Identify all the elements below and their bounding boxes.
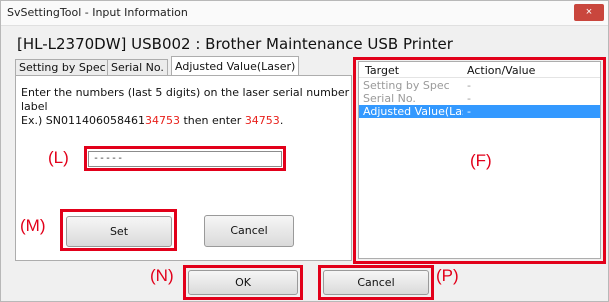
callout-label-l: (L) <box>48 148 69 167</box>
example-digits-2: 34753 <box>244 114 280 127</box>
callout-label-f: (F) <box>470 151 492 170</box>
device-info: [HL-L2370DW] USB002 : Brother Maintenanc… <box>17 35 453 53</box>
callout-box-p <box>318 265 434 300</box>
tab-adjusted-value-laser[interactable]: Adjusted Value(Laser) <box>171 56 300 76</box>
example-end: . <box>279 114 284 127</box>
window-title: SvSettingTool - Input Information <box>7 6 188 19</box>
tab-serial-no[interactable]: Serial No. <box>107 59 168 75</box>
callout-box-m <box>60 209 177 251</box>
callout-box-l <box>84 146 286 171</box>
callout-label-p: (P) <box>436 266 459 285</box>
inner-cancel-button[interactable]: Cancel <box>204 215 294 247</box>
close-button[interactable]: × <box>574 4 604 21</box>
example-digits: 34753 <box>144 114 180 127</box>
dialog-window: SvSettingTool - Input Information × [HL-… <box>0 0 609 302</box>
example-mid: then enter <box>179 114 245 127</box>
title-bar[interactable]: SvSettingTool - Input Information × <box>1 1 608 26</box>
example-prefix: Ex.) SN011406058461 <box>21 114 145 127</box>
callout-label-n: (N) <box>150 266 174 285</box>
callout-box-n <box>183 265 303 300</box>
instruction-line-1: Enter the numbers (last 5 digits) on the… <box>21 86 350 113</box>
callout-label-m: (M) <box>20 216 46 235</box>
tab-setting-by-spec[interactable]: Setting by Spec <box>15 59 110 75</box>
instruction-line-2: Ex.) SN01140605846134753 then enter 3475… <box>21 114 351 128</box>
instruction-text: Enter the numbers (last 5 digits) on the… <box>21 86 351 128</box>
